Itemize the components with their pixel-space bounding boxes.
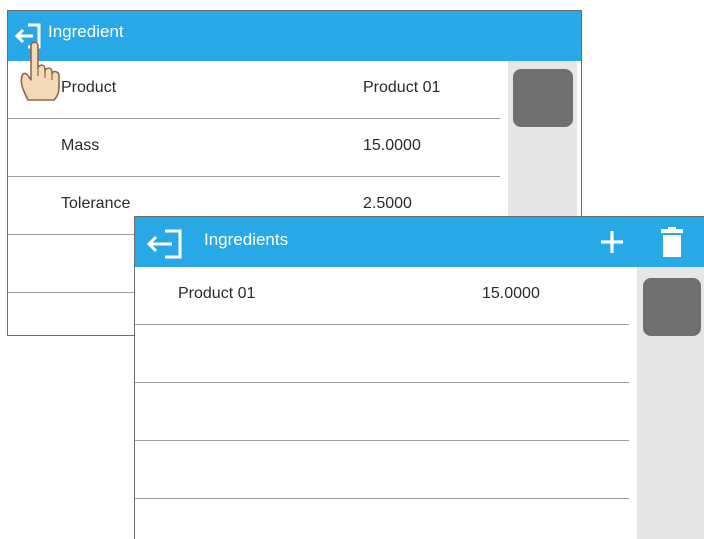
row-value: Product 01 — [363, 79, 441, 96]
ingredients-header: Ingredients — [135, 217, 704, 267]
hand-pointer-icon — [18, 38, 62, 109]
list-item[interactable] — [135, 499, 629, 539]
ingredients-title: Ingredients — [204, 230, 289, 249]
row-mass[interactable]: Mass 15.0000 — [8, 119, 500, 177]
item-mass: 15.0000 — [482, 285, 540, 302]
exit-arrow-icon[interactable] — [145, 228, 187, 265]
ingredient-header: Ingredient — [8, 11, 581, 61]
list-item[interactable] — [135, 383, 629, 441]
row-label: Tolerance — [61, 195, 131, 212]
ingredients-rows: Product 01 15.0000 — [135, 267, 629, 539]
trash-icon[interactable] — [660, 227, 684, 262]
row-product[interactable]: Product Product 01 — [8, 61, 500, 119]
list-item[interactable] — [135, 441, 629, 499]
ingredients-scrollbar[interactable] — [637, 267, 704, 539]
list-item[interactable] — [135, 325, 629, 383]
scrollbar-thumb[interactable] — [643, 278, 701, 336]
item-name: Product 01 — [178, 285, 256, 302]
row-label: Product — [61, 79, 117, 96]
row-value: 15.0000 — [363, 137, 421, 154]
scrollbar-thumb[interactable] — [513, 69, 573, 127]
row-label: Mass — [61, 137, 100, 154]
plus-icon[interactable] — [597, 227, 627, 262]
ingredients-panel: Ingredients Product 01 15.0000 — [134, 216, 704, 539]
list-item[interactable]: Product 01 15.0000 — [135, 267, 629, 325]
row-value: 2.5000 — [363, 195, 412, 212]
